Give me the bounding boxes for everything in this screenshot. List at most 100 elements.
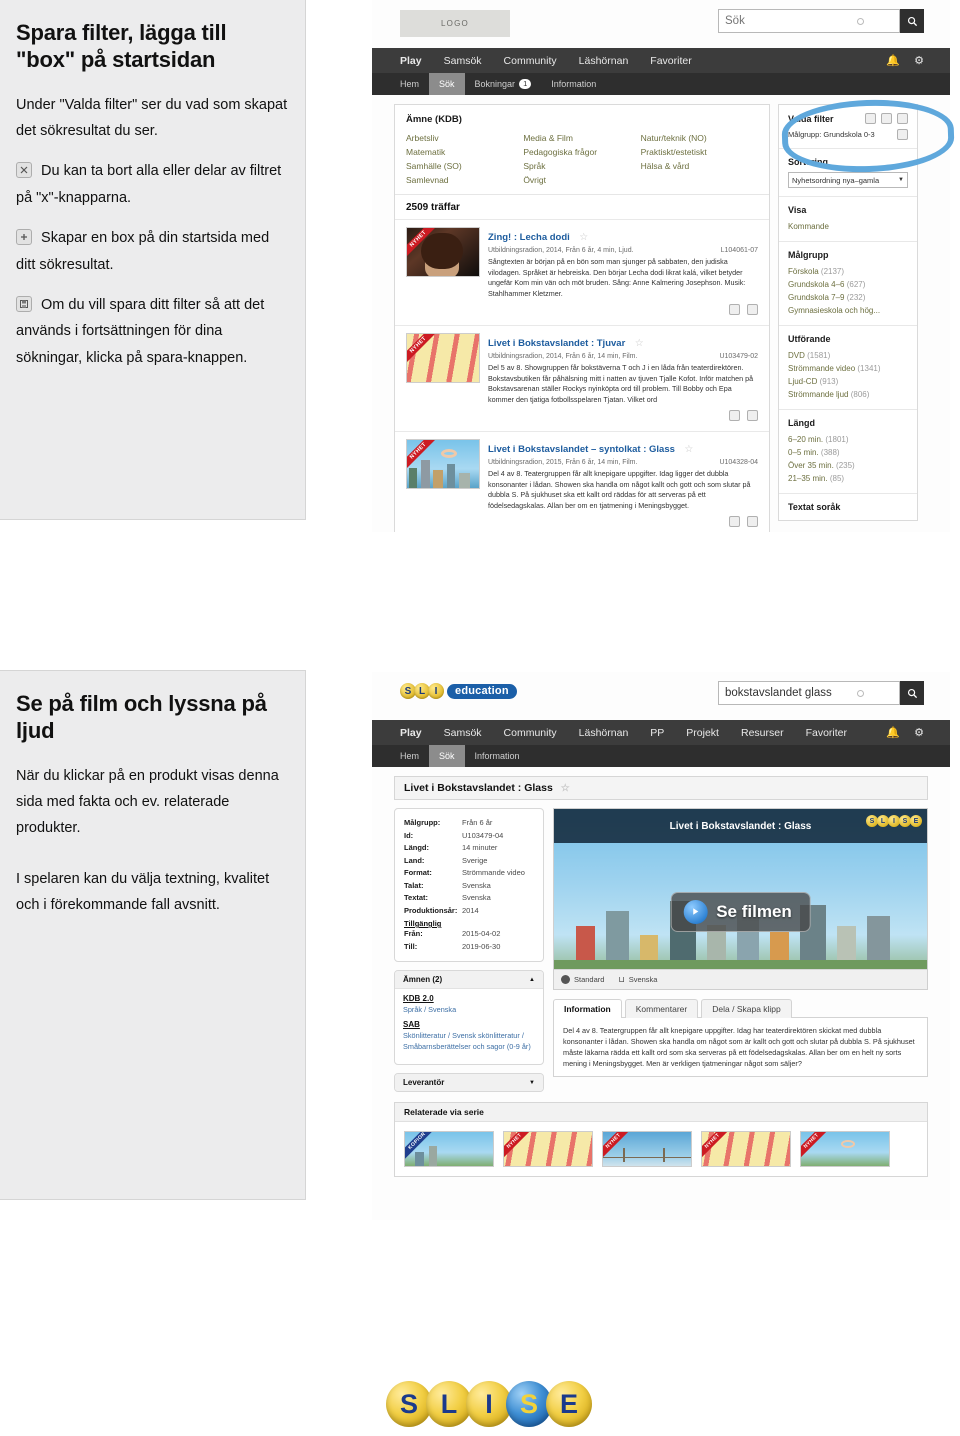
main-nav-1[interactable]: Play Samsök Community Läshörnan Favorite… <box>372 48 950 73</box>
result-row[interactable]: NYHET Livet i Bokstavslandet – syntolkat… <box>395 431 769 532</box>
play-icon[interactable] <box>728 516 740 527</box>
gear-icon[interactable]: ⚙ <box>914 54 924 67</box>
plus-box-icon[interactable] <box>747 410 758 421</box>
visa-option-kommande[interactable]: Kommande <box>788 220 908 233</box>
utforande-option[interactable]: Strömmande video (1341) <box>788 362 908 375</box>
subject-link-pedagogiska[interactable]: Pedagogiska frågor <box>523 145 640 159</box>
malgrupp-option[interactable]: Grundskola 4–6 (627) <box>788 278 908 291</box>
nav-icon-group-2[interactable]: 🔔 ⚙ <box>886 720 950 745</box>
nav-item-play[interactable]: Play <box>372 48 433 73</box>
quality-control[interactable]: Standard <box>561 975 604 984</box>
subjects-accordion-header[interactable]: Ämnen (2) ▲ <box>395 971 543 989</box>
nav-item-community[interactable]: Community <box>493 48 568 73</box>
malgrupp-option[interactable]: Gymnasieskola och hög... <box>788 304 908 317</box>
nav-item-favoriter[interactable]: Favoriter <box>639 48 702 73</box>
related-thumbnail[interactable]: NYHET <box>701 1131 791 1167</box>
utforande-option[interactable]: DVD (1581) <box>788 349 908 362</box>
subject-link-media-film[interactable]: Media & Film <box>523 131 640 145</box>
nav-item-community[interactable]: Community <box>493 720 568 745</box>
subject-link-matematik[interactable]: Matematik <box>406 145 523 159</box>
tab-information[interactable]: Information <box>553 999 622 1018</box>
langd-option[interactable]: 0–5 min. (388) <box>788 446 908 459</box>
result-actions[interactable] <box>488 514 758 532</box>
nav-item-play[interactable]: Play <box>372 720 433 745</box>
langd-option[interactable]: 21–35 min. (85) <box>788 472 908 485</box>
subject-values[interactable]: Skönlitteratur / Svensk skönlitteratur /… <box>403 1030 535 1052</box>
related-thumbnail[interactable]: KOPIOR <box>404 1131 494 1167</box>
bell-icon[interactable]: 🔔 <box>886 726 900 739</box>
related-thumbnail[interactable]: NYHET <box>800 1131 890 1167</box>
subtitle-control[interactable]: ⊔ Svenska <box>618 975 657 984</box>
product-tabs[interactable]: Information Kommentarer Dela / Skapa kli… <box>553 999 928 1018</box>
result-title-link[interactable]: Livet i Bokstavslandet – syntolkat : Gla… <box>488 444 675 455</box>
nav-icon-group-1[interactable]: 🔔 ⚙ <box>886 48 950 73</box>
nav-item-samsok[interactable]: Samsök <box>433 720 493 745</box>
result-thumbnail[interactable]: NYHET <box>406 227 480 277</box>
favorite-star-icon[interactable]: ☆ <box>579 232 588 243</box>
related-thumbnail[interactable]: NYHET <box>503 1131 593 1167</box>
subject-link-samhalle[interactable]: Samhälle (SO) <box>406 159 523 173</box>
player-controls-bar[interactable]: Standard ⊔ Svenska <box>554 969 927 989</box>
gear-icon[interactable]: ⚙ <box>914 726 924 739</box>
result-thumbnail[interactable]: NYHET <box>406 439 480 489</box>
subject-link-samlevnad[interactable]: Samlevnad <box>406 173 523 187</box>
plus-box-icon[interactable] <box>747 516 758 527</box>
subject-link-praktiskt[interactable]: Praktiskt/estetiskt <box>641 145 758 159</box>
nav-item-samsok[interactable]: Samsök <box>433 48 493 73</box>
nav-item-favoriter[interactable]: Favoriter <box>795 720 858 745</box>
supplier-accordion[interactable]: Leverantör ▼ <box>394 1073 544 1092</box>
subject-values[interactable]: Språk / Svenska <box>403 1004 535 1015</box>
sortering-select[interactable]: Nyhetsordning nya–gamla ▼ <box>788 172 908 188</box>
result-title-link[interactable]: Livet i Bokstavslandet : Tjuvar <box>488 338 625 349</box>
favorite-star-icon[interactable]: ☆ <box>635 338 644 349</box>
subject-link-ovrigt[interactable]: Övrigt <box>523 173 640 187</box>
favorite-star-icon[interactable]: ☆ <box>561 783 570 794</box>
search-clear-icon[interactable] <box>857 690 864 697</box>
search-input-2[interactable] <box>718 681 900 705</box>
subnav-item-hem[interactable]: Hem <box>372 73 429 95</box>
remove-x-icon[interactable] <box>865 113 876 124</box>
bell-icon[interactable]: 🔔 <box>886 54 900 67</box>
subjects-accordion[interactable]: Ämnen (2) ▲ KDB 2.0 Språk / Svenska SAB … <box>394 970 544 1065</box>
tab-kommentarer[interactable]: Kommentarer <box>624 999 699 1018</box>
nav-item-projekt[interactable]: Projekt <box>675 720 730 745</box>
sub-nav-1[interactable]: Hem Sök Bokningar 1 Information <box>372 73 950 95</box>
sli-education-logo[interactable]: S L I education <box>400 681 517 701</box>
result-actions[interactable] <box>488 302 758 320</box>
search-clear-icon[interactable] <box>857 18 864 25</box>
active-filter-chip[interactable]: Målgrupp: Grundskola 0-3 <box>788 129 908 140</box>
result-row[interactable]: NYHET Livet i Bokstavslandet : Tjuvar ☆ … <box>395 325 769 431</box>
supplier-accordion-header[interactable]: Leverantör ▼ <box>395 1074 543 1091</box>
search-input-1[interactable] <box>718 9 900 33</box>
play-icon[interactable] <box>728 410 740 421</box>
subject-link-arbetsliv[interactable]: Arbetsliv <box>406 131 523 145</box>
langd-option[interactable]: 6–20 min. (1801) <box>788 433 908 446</box>
result-thumbnail[interactable]: NYHET <box>406 333 480 383</box>
result-actions[interactable] <box>488 408 758 426</box>
nav-item-lashornan[interactable]: Läshörnan <box>568 48 640 73</box>
subnav-item-sok[interactable]: Sök <box>429 745 465 767</box>
subnav-item-sok[interactable]: Sök <box>429 73 465 95</box>
favorite-star-icon[interactable]: ☆ <box>684 444 693 455</box>
subject-link-natur-teknik[interactable]: Natur/teknik (NO) <box>641 131 758 145</box>
search-submit-button-1[interactable] <box>900 9 924 33</box>
sub-nav-2[interactable]: Hem Sök Information <box>372 745 950 767</box>
nav-item-pp[interactable]: PP <box>639 720 675 745</box>
subnav-item-bokningar[interactable]: Bokningar 1 <box>465 73 542 95</box>
video-player[interactable]: Livet i Bokstavslandet : Glass S L I S E… <box>553 808 928 990</box>
tab-dela-skapa-klipp[interactable]: Dela / Skapa klipp <box>701 999 792 1018</box>
search-area-1[interactable] <box>718 9 924 33</box>
related-thumbnail[interactable]: NYHET <box>602 1131 692 1167</box>
main-nav-2[interactable]: Play Samsök Community Läshörnan PP Proje… <box>372 720 950 745</box>
subnav-item-information[interactable]: Information <box>541 73 606 95</box>
valda-filter-buttons[interactable] <box>862 113 908 124</box>
result-row[interactable]: NYHET Zing! : Lecha dodi ☆ Utbildningsra… <box>395 219 769 325</box>
utforande-option[interactable]: Ljud-CD (913) <box>788 375 908 388</box>
malgrupp-option[interactable]: Grundskola 7–9 (232) <box>788 291 908 304</box>
subnav-item-hem[interactable]: Hem <box>372 745 429 767</box>
subnav-item-information[interactable]: Information <box>465 745 530 767</box>
result-title-link[interactable]: Zing! : Lecha dodi <box>488 232 570 243</box>
nav-item-lashornan[interactable]: Läshörnan <box>568 720 640 745</box>
related-series-strip[interactable]: KOPIOR NYHET NYHET NYHET NYHET <box>395 1122 927 1176</box>
subject-link-halsa-vard[interactable]: Hälsa & vård <box>641 159 758 173</box>
